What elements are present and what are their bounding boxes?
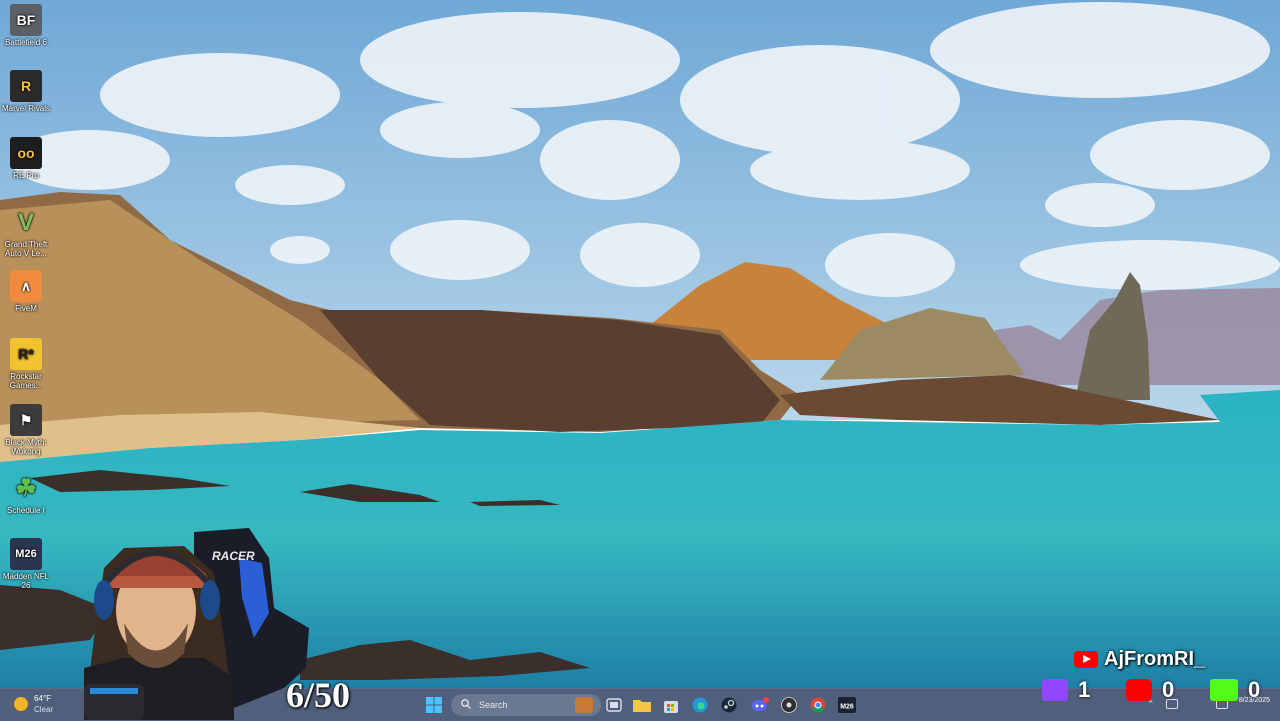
gta-v-icon: V [17, 208, 34, 236]
twitch-viewer-stat: 1 [1042, 677, 1090, 703]
store-bag-icon [664, 701, 678, 713]
start-button[interactable] [422, 693, 446, 717]
desktop-icon-madden-nfl-26[interactable]: M26 Madden NFL 26 [0, 538, 52, 590]
re-pro-icon: oo [10, 137, 42, 169]
madden-26-taskbar-button[interactable]: M26 [835, 693, 859, 717]
black-myth-wukong-icon: ⚑ [10, 404, 42, 436]
taskbar-search-box[interactable]: Search [451, 694, 601, 716]
desktop-icon-label: FiveM [15, 304, 37, 313]
battlefield-6-icon: BF [10, 4, 42, 36]
file-explorer-button[interactable] [630, 693, 654, 717]
desktop-icon-marvel-rivals[interactable]: R Marvel Rivals [0, 70, 52, 113]
desktop-icon-label: Rockstar Games... [9, 372, 43, 390]
madden-nfl-26-icon: M26 [10, 538, 42, 570]
windows-logo-icon [426, 697, 442, 713]
fivem-icon: ∧ [10, 270, 42, 302]
desktop-icon-label: Grand Theft Auto V Le... [4, 240, 48, 258]
twitch-icon [1042, 679, 1068, 701]
madden-26-icon: M26 [838, 697, 856, 713]
channel-name-banner: AjFromRI_ [1074, 648, 1205, 671]
marvel-rivals-icon: R [10, 70, 42, 102]
svg-text:M26: M26 [840, 704, 854, 711]
desktop-icon-label: Marvel Rivals [1, 104, 50, 113]
kick-icon [1210, 679, 1238, 701]
task-view-button[interactable] [602, 693, 626, 717]
discord-button[interactable] [748, 693, 772, 717]
steam-icon [721, 697, 737, 713]
folder-icon [633, 700, 651, 712]
desktop-icon-re-pro[interactable]: oo RE Pro [0, 137, 52, 180]
schedule-i-icon: ☘ [15, 474, 37, 502]
twitch-viewer-count: 1 [1078, 677, 1091, 702]
desktop-icon-schedule-i[interactable]: ☘ Schedule I [0, 472, 52, 515]
desktop-icon-black-myth-wukong[interactable]: ⚑ Black Myth: Wukong [0, 404, 52, 456]
chrome-icon [810, 697, 826, 713]
edge-browser-icon [692, 697, 708, 713]
task-view-icon [606, 698, 622, 712]
desktop-icon-label: Battlefield 6 [5, 38, 47, 47]
kick-viewer-count: 0 [1248, 677, 1261, 702]
desktop-icon-battlefield-6[interactable]: BF Battlefield 6 [0, 4, 52, 47]
search-icon [461, 699, 471, 711]
desktop-icon-fivem[interactable]: ∧ FiveM [0, 270, 52, 313]
channel-name: AjFromRI_ [1104, 648, 1206, 670]
desktop-icon-label: Schedule I [7, 506, 45, 515]
obs-icon [781, 697, 797, 713]
search-placeholder: Search [479, 700, 508, 710]
progress-counter: 6/50 [286, 675, 351, 715]
desktop-icon-rockstar-games[interactable]: R* Rockstar Games... [0, 338, 52, 390]
youtube-viewer-count: 0 [1162, 677, 1175, 702]
youtube-icon [1126, 679, 1152, 701]
chrome-button[interactable] [806, 693, 830, 717]
weather-temperature: 64°F [34, 694, 51, 703]
steam-button[interactable] [717, 693, 741, 717]
search-highlight-icon [575, 697, 593, 713]
chair-brand-label: RACER [212, 549, 255, 563]
rockstar-games-icon: R* [10, 338, 42, 370]
youtube-viewer-stat: 0 [1126, 677, 1174, 703]
desktop-icon-label: RE Pro [13, 171, 39, 180]
weather-widget[interactable]: 64°F Clear [14, 694, 74, 718]
obs-button[interactable] [777, 693, 801, 717]
desktop-icon-label: Madden NFL 26 [2, 572, 50, 590]
webcam-overlay: RACER [84, 528, 309, 720]
discord-icon [752, 697, 769, 711]
youtube-logo-icon [1074, 651, 1098, 668]
desktop-icon-gta-v[interactable]: V Grand Theft Auto V Le... [0, 206, 52, 258]
weather-sun-icon [14, 697, 28, 711]
store-button[interactable] [659, 693, 683, 717]
weather-condition: Clear [34, 705, 54, 714]
desktop-icon-label: Black Myth: Wukong [5, 438, 47, 456]
edge-button[interactable] [688, 693, 712, 717]
kick-viewer-stat: 0 [1210, 677, 1260, 703]
